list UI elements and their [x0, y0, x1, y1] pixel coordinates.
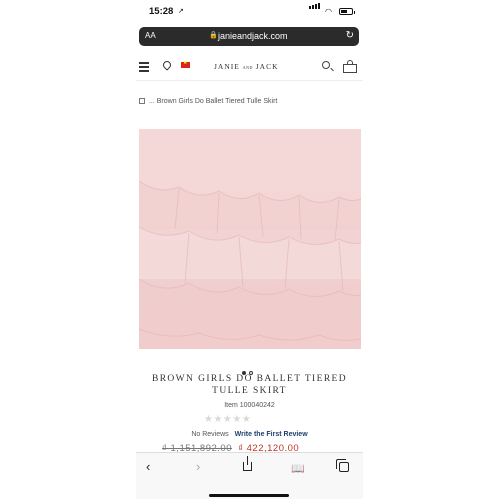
- brand-main: JANIE: [214, 62, 240, 71]
- browser-toolbar: ‹ › 📖: [136, 452, 363, 499]
- vietnam-flag-icon[interactable]: ★: [181, 60, 190, 68]
- breadcrumb-current: Brown Girls Do Ballet Tiered Tulle Skirt: [156, 98, 278, 105]
- tulle-skirt-image: [139, 129, 361, 349]
- brand-logo[interactable]: JANIE AND JACK: [214, 62, 279, 71]
- address-bar[interactable]: AA 🔒 janieandjack.com ↻: [139, 27, 359, 46]
- breadcrumb-ellipsis[interactable]: ...: [149, 98, 155, 105]
- rating-stars: ★★★★★: [204, 414, 252, 425]
- flag-star: ★: [183, 60, 188, 66]
- forward-button[interactable]: ›: [196, 459, 200, 474]
- no-reviews-text: No Reviews: [191, 431, 229, 438]
- text-size-button[interactable]: AA: [145, 31, 156, 40]
- shopping-bag-icon[interactable]: [343, 60, 357, 73]
- write-review-link[interactable]: Write the First Review: [235, 431, 308, 438]
- home-icon[interactable]: [139, 98, 145, 105]
- back-button[interactable]: ‹: [146, 459, 150, 474]
- product-image[interactable]: [139, 129, 361, 349]
- share-icon[interactable]: [243, 456, 252, 471]
- battery-icon: [339, 8, 355, 15]
- url-text[interactable]: janieandjack.com: [218, 31, 288, 41]
- reload-icon[interactable]: ↻: [346, 30, 354, 41]
- tabs-icon[interactable]: [336, 459, 349, 472]
- breadcrumb: ... Brown Girls Do Ballet Tiered Tulle S…: [139, 96, 339, 108]
- home-indicator: [209, 494, 289, 497]
- status-time: 15:28: [149, 6, 174, 17]
- bookmarks-icon[interactable]: 📖: [291, 462, 305, 475]
- phone-screen: 15:28 ↗ ◠ AA 🔒 janieandjack.com ↻ ★ JANI…: [136, 0, 363, 499]
- location-arrow-icon: ↗: [178, 8, 184, 15]
- lock-icon: 🔒: [209, 32, 218, 39]
- site-header: ★ JANIE AND JACK: [136, 54, 363, 81]
- item-number: Item 100040242: [224, 402, 275, 409]
- map-pin-icon[interactable]: [161, 59, 173, 71]
- brand-and: AND: [242, 65, 253, 70]
- search-icon[interactable]: [322, 61, 330, 69]
- reviews-row: No Reviews Write the First Review: [136, 431, 363, 438]
- status-bar: 15:28 ↗ ◠: [136, 0, 363, 24]
- product-title: BROWN GIRLS DO BALLET TIERED TULLE SKIRT: [151, 374, 348, 396]
- brand-end: JACK: [255, 62, 279, 71]
- hamburger-menu-icon[interactable]: [139, 62, 149, 72]
- wifi-icon: ◠: [325, 7, 332, 16]
